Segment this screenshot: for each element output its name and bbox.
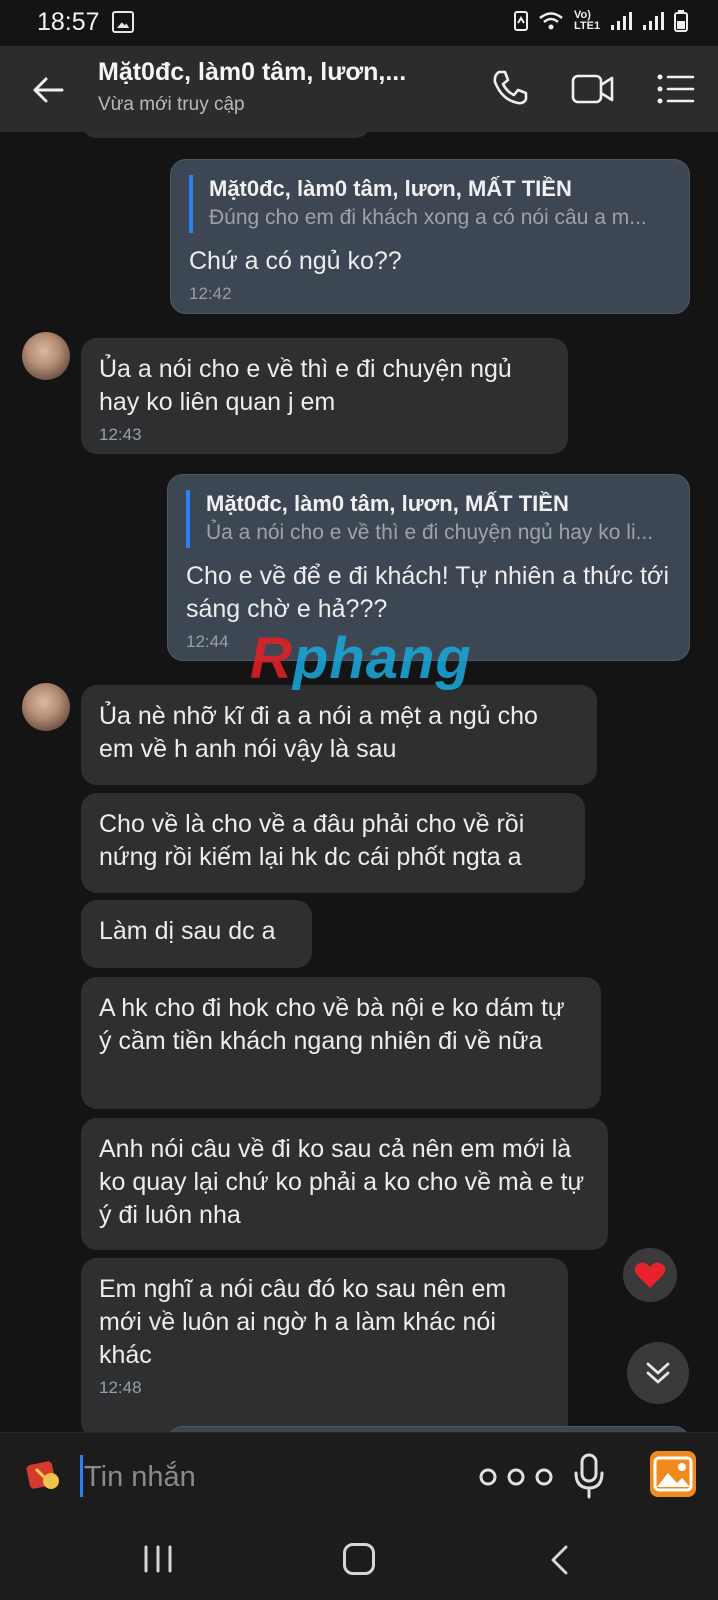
video-call-icon[interactable] bbox=[571, 72, 615, 106]
message-bubble-outgoing[interactable]: Mặt0đc, làm0 tâm, lươn, MẤT TIỀN Đúng ch… bbox=[170, 159, 690, 314]
nav-back-icon[interactable] bbox=[548, 1544, 572, 1576]
message-bubble-incoming[interactable]: Anh nói câu về đi ko sau cả nên em mới l… bbox=[81, 1118, 608, 1250]
conversation-title[interactable]: Mặt0đc, làm0 tâm, lươn,... bbox=[98, 58, 406, 87]
chat-header: Mặt0đc, làm0 tâm, lươn,... Vừa mới truy … bbox=[0, 46, 718, 132]
list-menu-icon[interactable] bbox=[657, 72, 695, 106]
message-bubble-incoming[interactable]: Em nghĩ a nói câu đó ko sau nên em mới v… bbox=[81, 1258, 568, 1432]
message-text: Làm dị sau dc a bbox=[99, 917, 276, 945]
message-text: Anh nói câu về đi ko sau cả nên em mới l… bbox=[99, 1135, 585, 1229]
message-text: Cho e về để e đi khách! Tự nhiên a thức … bbox=[186, 562, 670, 623]
message-text: Ủa nè nhỡ kĩ đi a a nói a mệt a ngủ cho … bbox=[99, 702, 538, 763]
signal-icon bbox=[611, 12, 632, 30]
quote-text: Ủa a nói cho e về thì e đi chuyện ngủ ha… bbox=[206, 521, 654, 544]
message-text: Em nghĩ a nói câu đó ko sau nên em mới v… bbox=[99, 1275, 507, 1369]
last-seen-status: Vừa mới truy cập bbox=[98, 94, 245, 115]
message-input[interactable] bbox=[84, 1457, 444, 1497]
reply-quote[interactable]: Mặt0đc, làm0 tâm, lươn, MẤT TIỀN Ủa a nó… bbox=[186, 490, 671, 548]
screenshot-notification-icon bbox=[112, 11, 134, 33]
image-gallery-button[interactable] bbox=[650, 1451, 696, 1497]
status-time: 18:57 bbox=[37, 8, 100, 36]
message-text: Ủa a nói cho e về thì e đi chuyện ngủ ha… bbox=[99, 355, 512, 416]
status-bar: 18:57 Vo) LTE1 bbox=[0, 0, 718, 46]
message-bubble-incoming[interactable]: A hk cho đi hok cho về bà nội e ko dám t… bbox=[81, 977, 601, 1109]
message-bubble-partial[interactable] bbox=[81, 132, 371, 138]
message-text: Cho về là cho về a đâu phải cho về rồi n… bbox=[99, 810, 525, 871]
heart-reaction-button[interactable] bbox=[623, 1248, 677, 1302]
message-time: 12:42 bbox=[189, 284, 232, 303]
message-time: 12:43 bbox=[99, 425, 142, 444]
message-time: 12:48 bbox=[99, 1378, 142, 1397]
phone-icon[interactable] bbox=[490, 68, 530, 108]
avatar[interactable] bbox=[22, 332, 70, 380]
message-list[interactable]: Mặt0đc, làm0 tâm, lươn, MẤT TIỀN Đúng ch… bbox=[0, 132, 718, 1432]
message-text: Chứ a có ngủ ko?? bbox=[189, 247, 402, 275]
nfc-icon bbox=[514, 11, 528, 31]
message-bubble-incoming[interactable]: Ủa nè nhỡ kĩ đi a a nói a mệt a ngủ cho … bbox=[81, 685, 597, 785]
heart-icon bbox=[634, 1262, 666, 1288]
avatar[interactable] bbox=[22, 683, 70, 731]
quote-text: Đúng cho em đi khách xong a có nói câu a… bbox=[209, 206, 647, 229]
text-cursor bbox=[80, 1455, 83, 1497]
status-icons: Vo) LTE1 bbox=[514, 10, 688, 32]
recent-apps-icon[interactable] bbox=[140, 1544, 176, 1574]
back-arrow-icon[interactable] bbox=[30, 72, 66, 108]
quote-sender: Mặt0đc, làm0 tâm, lươn, MẤT TIỀN bbox=[209, 176, 572, 201]
network-label: Vo) LTE1 bbox=[574, 9, 601, 32]
reply-quote[interactable]: Mặt0đc, làm0 tâm, lươn, MẤT TIỀN Đúng ch… bbox=[189, 175, 671, 233]
composer-bar bbox=[0, 1432, 718, 1520]
battery-icon bbox=[674, 10, 688, 32]
sticker-icon[interactable] bbox=[24, 1455, 64, 1495]
image-gallery-icon bbox=[653, 1456, 693, 1492]
microphone-icon[interactable] bbox=[572, 1453, 606, 1499]
system-nav-bar bbox=[0, 1520, 718, 1600]
double-chevron-down-icon bbox=[646, 1362, 670, 1384]
home-icon[interactable] bbox=[343, 1543, 375, 1575]
message-text: A hk cho đi hok cho về bà nội e ko dám t… bbox=[99, 994, 565, 1055]
watermark-logo: Rphang bbox=[250, 626, 472, 691]
wifi-icon bbox=[539, 12, 563, 30]
signal-2-icon bbox=[643, 12, 664, 30]
message-bubble-incoming[interactable]: Ủa a nói cho e về thì e đi chuyện ngủ ha… bbox=[81, 338, 568, 454]
quote-sender: Mặt0đc, làm0 tâm, lươn, MẤT TIỀN bbox=[206, 491, 569, 516]
message-bubble-incoming[interactable]: Làm dị sau dc a bbox=[81, 900, 312, 968]
message-bubble-incoming[interactable]: Cho về là cho về a đâu phải cho về rồi n… bbox=[81, 793, 585, 893]
scroll-to-bottom-button[interactable] bbox=[627, 1342, 689, 1404]
more-dots-icon[interactable] bbox=[478, 1465, 554, 1489]
